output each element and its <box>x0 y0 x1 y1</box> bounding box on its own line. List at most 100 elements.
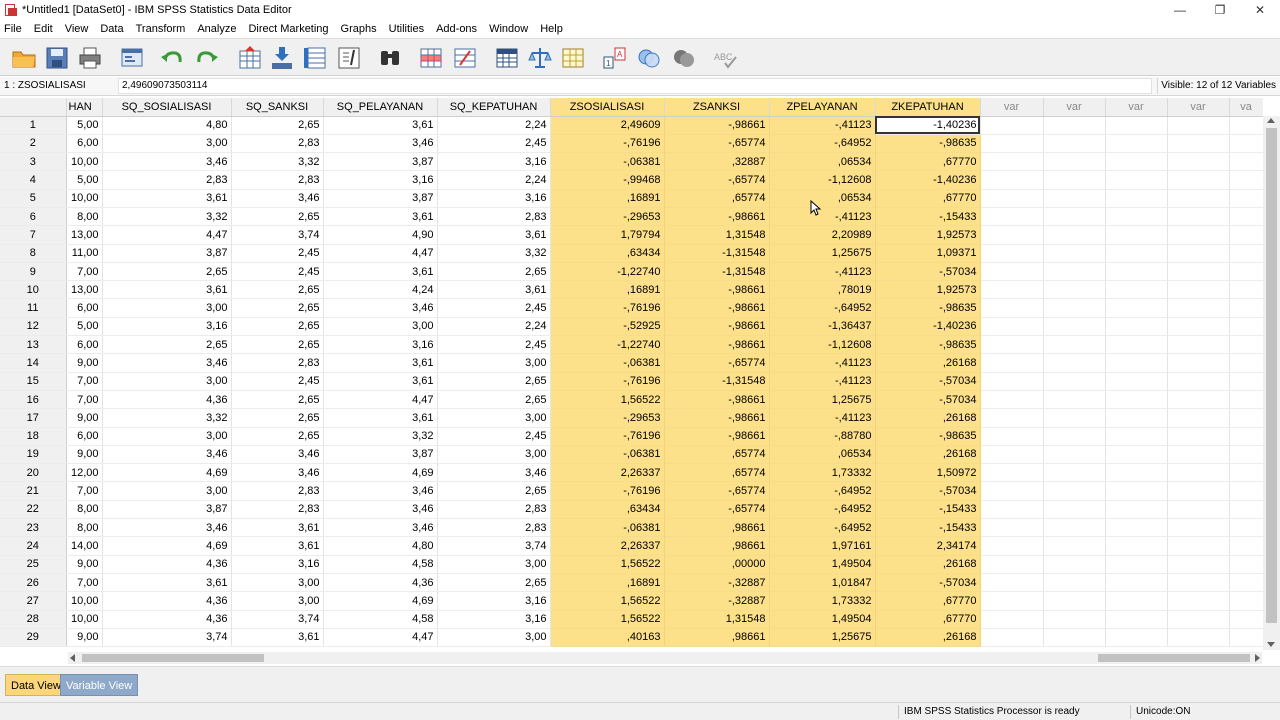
open-folder-icon[interactable] <box>10 44 38 72</box>
data-cell[interactable]: 1,31548 <box>664 610 770 629</box>
undo-icon[interactable] <box>158 44 186 72</box>
data-cell[interactable]: -,65774 <box>664 353 770 373</box>
row-number[interactable]: 1 <box>0 116 67 135</box>
row-number[interactable]: 11 <box>0 298 67 318</box>
data-cell[interactable]: -,76196 <box>550 481 665 501</box>
empty-cell[interactable] <box>1043 134 1106 154</box>
scroll-right-icon[interactable] <box>1255 654 1260 662</box>
row-number[interactable]: 17 <box>0 408 67 428</box>
data-cell[interactable]: 3,16 <box>231 555 324 574</box>
data-cell[interactable]: ,65774 <box>664 463 770 483</box>
data-cell[interactable]: 2,24 <box>437 317 551 337</box>
empty-cell[interactable] <box>1229 262 1263 282</box>
data-cell[interactable]: 2,83 <box>231 500 324 520</box>
data-cell[interactable]: 10,00 <box>66 591 103 611</box>
empty-cell[interactable] <box>1043 390 1106 410</box>
data-cell[interactable]: 1,49504 <box>769 555 876 574</box>
data-cell[interactable]: 3,61 <box>437 280 551 300</box>
empty-cell[interactable] <box>1043 152 1106 172</box>
run-descriptives-icon[interactable] <box>335 44 363 72</box>
data-cell[interactable]: ,26168 <box>875 628 981 648</box>
cell-value-input[interactable]: 2,49609073503114 <box>118 78 1152 94</box>
row-number[interactable]: 6 <box>0 207 67 227</box>
data-cell[interactable]: -,98661 <box>664 116 770 135</box>
data-cell[interactable]: 2,65 <box>231 408 324 428</box>
empty-cell[interactable] <box>980 372 1044 391</box>
data-cell[interactable]: -,57034 <box>875 390 981 410</box>
data-cell[interactable]: -,41123 <box>769 372 876 391</box>
empty-cell[interactable] <box>1105 481 1168 501</box>
scroll-down-icon[interactable] <box>1267 642 1275 647</box>
data-cell[interactable]: 3,46 <box>323 518 438 538</box>
data-cell[interactable]: -,32887 <box>664 591 770 611</box>
menu-edit[interactable]: Edit <box>28 20 59 38</box>
data-cell[interactable]: 9,00 <box>66 555 103 574</box>
empty-cell[interactable] <box>980 244 1044 263</box>
data-cell[interactable]: 11,00 <box>66 244 103 263</box>
row-number[interactable]: 29 <box>0 628 67 648</box>
empty-cell[interactable] <box>1105 207 1168 227</box>
empty-cell[interactable] <box>1167 591 1230 611</box>
data-cell[interactable]: ,16891 <box>550 189 665 208</box>
empty-cell[interactable] <box>1105 372 1168 391</box>
save-icon[interactable] <box>43 44 71 72</box>
data-cell[interactable]: -,41123 <box>769 262 876 282</box>
row-number[interactable]: 4 <box>0 170 67 190</box>
data-cell[interactable]: 2,65 <box>102 262 232 282</box>
empty-cell[interactable] <box>1167 170 1230 190</box>
data-cell[interactable]: 4,47 <box>323 390 438 410</box>
data-cell[interactable]: 2,65 <box>102 335 232 355</box>
data-cell[interactable]: 1,25675 <box>769 244 876 263</box>
tab-data-view[interactable]: Data View <box>5 674 67 696</box>
row-number[interactable]: 21 <box>0 481 67 501</box>
data-cell[interactable]: -,76196 <box>550 372 665 391</box>
column-header-empty[interactable]: var <box>1105 98 1168 117</box>
data-cell[interactable]: 3,87 <box>323 152 438 172</box>
data-cell[interactable]: 3,46 <box>231 445 324 465</box>
data-cell[interactable]: -1,22740 <box>550 262 665 282</box>
data-cell[interactable]: -,65774 <box>664 481 770 501</box>
data-cell[interactable]: 3,61 <box>231 536 324 556</box>
data-cell[interactable]: 4,69 <box>323 591 438 611</box>
data-cell[interactable]: -,98661 <box>664 280 770 300</box>
data-cell[interactable]: 4,69 <box>323 463 438 483</box>
split-file-icon[interactable] <box>493 44 521 72</box>
empty-cell[interactable] <box>1105 134 1168 154</box>
empty-cell[interactable] <box>980 555 1044 574</box>
data-cell[interactable]: 3,46 <box>323 298 438 318</box>
data-cell[interactable]: 3,74 <box>437 536 551 556</box>
data-cell[interactable]: 2,65 <box>437 390 551 410</box>
data-cell[interactable]: 8,00 <box>66 518 103 538</box>
data-cell[interactable]: -,06381 <box>550 445 665 465</box>
data-cell[interactable]: 3,00 <box>231 591 324 611</box>
column-header-empty[interactable]: var <box>1167 98 1230 117</box>
menu-transform[interactable]: Transform <box>130 20 192 38</box>
empty-cell[interactable] <box>1167 298 1230 318</box>
data-cell[interactable]: 3,32 <box>231 152 324 172</box>
data-cell[interactable]: 4,47 <box>102 225 232 245</box>
data-cell[interactable]: 2,45 <box>437 134 551 154</box>
data-cell[interactable]: 3,00 <box>437 555 551 574</box>
empty-cell[interactable] <box>1229 189 1263 208</box>
empty-cell[interactable] <box>1229 591 1263 611</box>
data-cell[interactable]: 3,61 <box>323 372 438 391</box>
data-cell[interactable]: 3,00 <box>102 372 232 391</box>
empty-cell[interactable] <box>1167 335 1230 355</box>
data-cell[interactable]: 3,00 <box>102 134 232 154</box>
data-cell[interactable]: -,41123 <box>769 207 876 227</box>
data-cell[interactable]: ,67770 <box>875 591 981 611</box>
data-cell[interactable]: ,98661 <box>664 536 770 556</box>
data-cell[interactable]: ,98661 <box>664 628 770 648</box>
data-cell[interactable]: 2,65 <box>437 481 551 501</box>
data-cell[interactable]: ,00000 <box>664 555 770 574</box>
data-cell[interactable]: -1,31548 <box>664 244 770 263</box>
row-number[interactable]: 26 <box>0 573 67 593</box>
empty-cell[interactable] <box>1167 189 1230 208</box>
data-cell[interactable]: 8,00 <box>66 207 103 227</box>
empty-cell[interactable] <box>1043 170 1106 190</box>
data-cell[interactable]: 2,83 <box>231 170 324 190</box>
data-cell[interactable]: 2,20989 <box>769 225 876 245</box>
data-cell[interactable]: -,57034 <box>875 573 981 593</box>
empty-cell[interactable] <box>1043 225 1106 245</box>
data-cell[interactable]: 13,00 <box>66 225 103 245</box>
